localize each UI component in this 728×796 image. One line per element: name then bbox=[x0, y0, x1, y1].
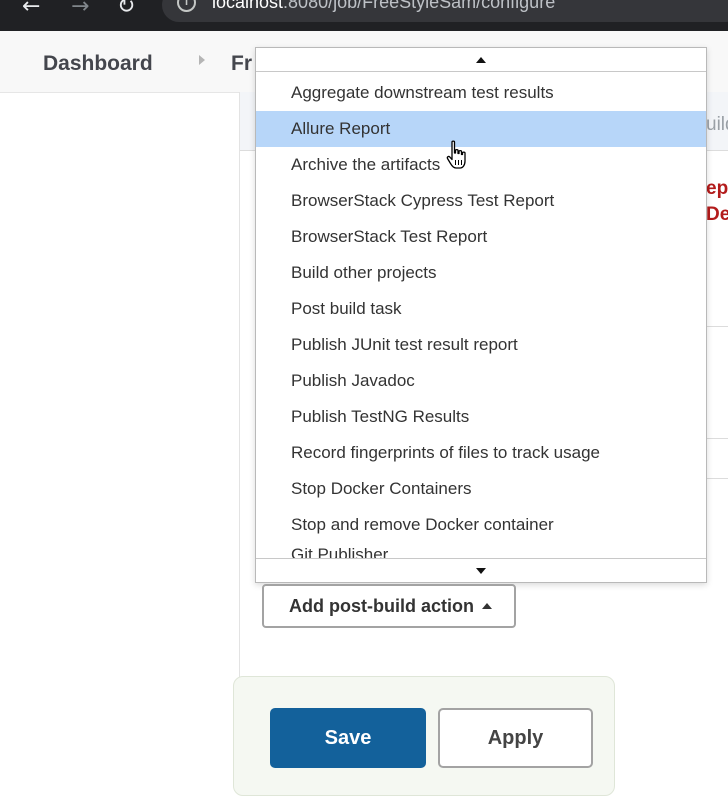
menu-item[interactable]: Allure Report bbox=[256, 111, 706, 147]
triangle-up-icon bbox=[476, 57, 486, 63]
menu-item[interactable]: Aggregate downstream test results bbox=[256, 75, 706, 111]
hand-cursor-icon bbox=[446, 140, 466, 169]
menu-item[interactable]: Archive the artifacts bbox=[256, 147, 706, 183]
post-build-action-dropdown[interactable]: Aggregate downstream test results Allure… bbox=[255, 47, 707, 583]
save-button[interactable]: Save bbox=[270, 708, 426, 768]
menu-item[interactable]: Publish JUnit test result report bbox=[256, 327, 706, 363]
divider bbox=[706, 438, 728, 439]
menu-item[interactable]: Publish Javadoc bbox=[256, 363, 706, 399]
url-path: :8080/job/FreeStyleSam/configure bbox=[283, 0, 556, 12]
back-arrow-icon[interactable]: ← bbox=[22, 0, 40, 19]
error-message-line1: ep bbox=[706, 178, 728, 199]
reload-icon[interactable]: ↻ bbox=[117, 0, 135, 19]
section-header-text: uild bbox=[706, 114, 728, 135]
menu-item[interactable]: Stop Docker Containers bbox=[256, 471, 706, 507]
url-host: localhost bbox=[212, 0, 284, 12]
sidepanel-divider bbox=[239, 92, 240, 778]
scroll-up-button[interactable] bbox=[256, 48, 706, 72]
forward-arrow-icon[interactable]: → bbox=[71, 0, 89, 19]
menu-item[interactable]: Post build task bbox=[256, 291, 706, 327]
caret-up-icon bbox=[481, 603, 492, 609]
divider bbox=[706, 478, 728, 479]
breadcrumb-dashboard[interactable]: Dashboard bbox=[43, 52, 153, 76]
error-message-line2: De bbox=[706, 204, 728, 225]
scroll-down-button[interactable] bbox=[256, 558, 706, 582]
browser-toolbar: ← → ↻ i localhost:8080/job/FreeStyleSam/… bbox=[0, 0, 728, 31]
menu-item[interactable]: Stop and remove Docker container bbox=[256, 507, 706, 543]
divider bbox=[706, 326, 728, 327]
menu-item[interactable]: BrowserStack Test Report bbox=[256, 219, 706, 255]
menu-item[interactable]: BrowserStack Cypress Test Report bbox=[256, 183, 706, 219]
apply-button[interactable]: Apply bbox=[438, 708, 593, 768]
breadcrumb-separator-icon bbox=[199, 55, 205, 65]
triangle-down-icon bbox=[476, 568, 486, 574]
menu-item[interactable]: Publish TestNG Results bbox=[256, 399, 706, 435]
add-post-build-action-button[interactable]: Add post-build action bbox=[262, 584, 516, 628]
breadcrumb-job[interactable]: Fr bbox=[231, 52, 252, 76]
add-post-build-action-label: Add post-build action bbox=[289, 596, 474, 616]
url-text[interactable]: localhost:8080/job/FreeStyleSam/configur… bbox=[212, 0, 555, 13]
action-list: Aggregate downstream test results Allure… bbox=[256, 75, 706, 563]
menu-item[interactable]: Record fingerprints of files to track us… bbox=[256, 435, 706, 471]
menu-item[interactable]: Build other projects bbox=[256, 255, 706, 291]
